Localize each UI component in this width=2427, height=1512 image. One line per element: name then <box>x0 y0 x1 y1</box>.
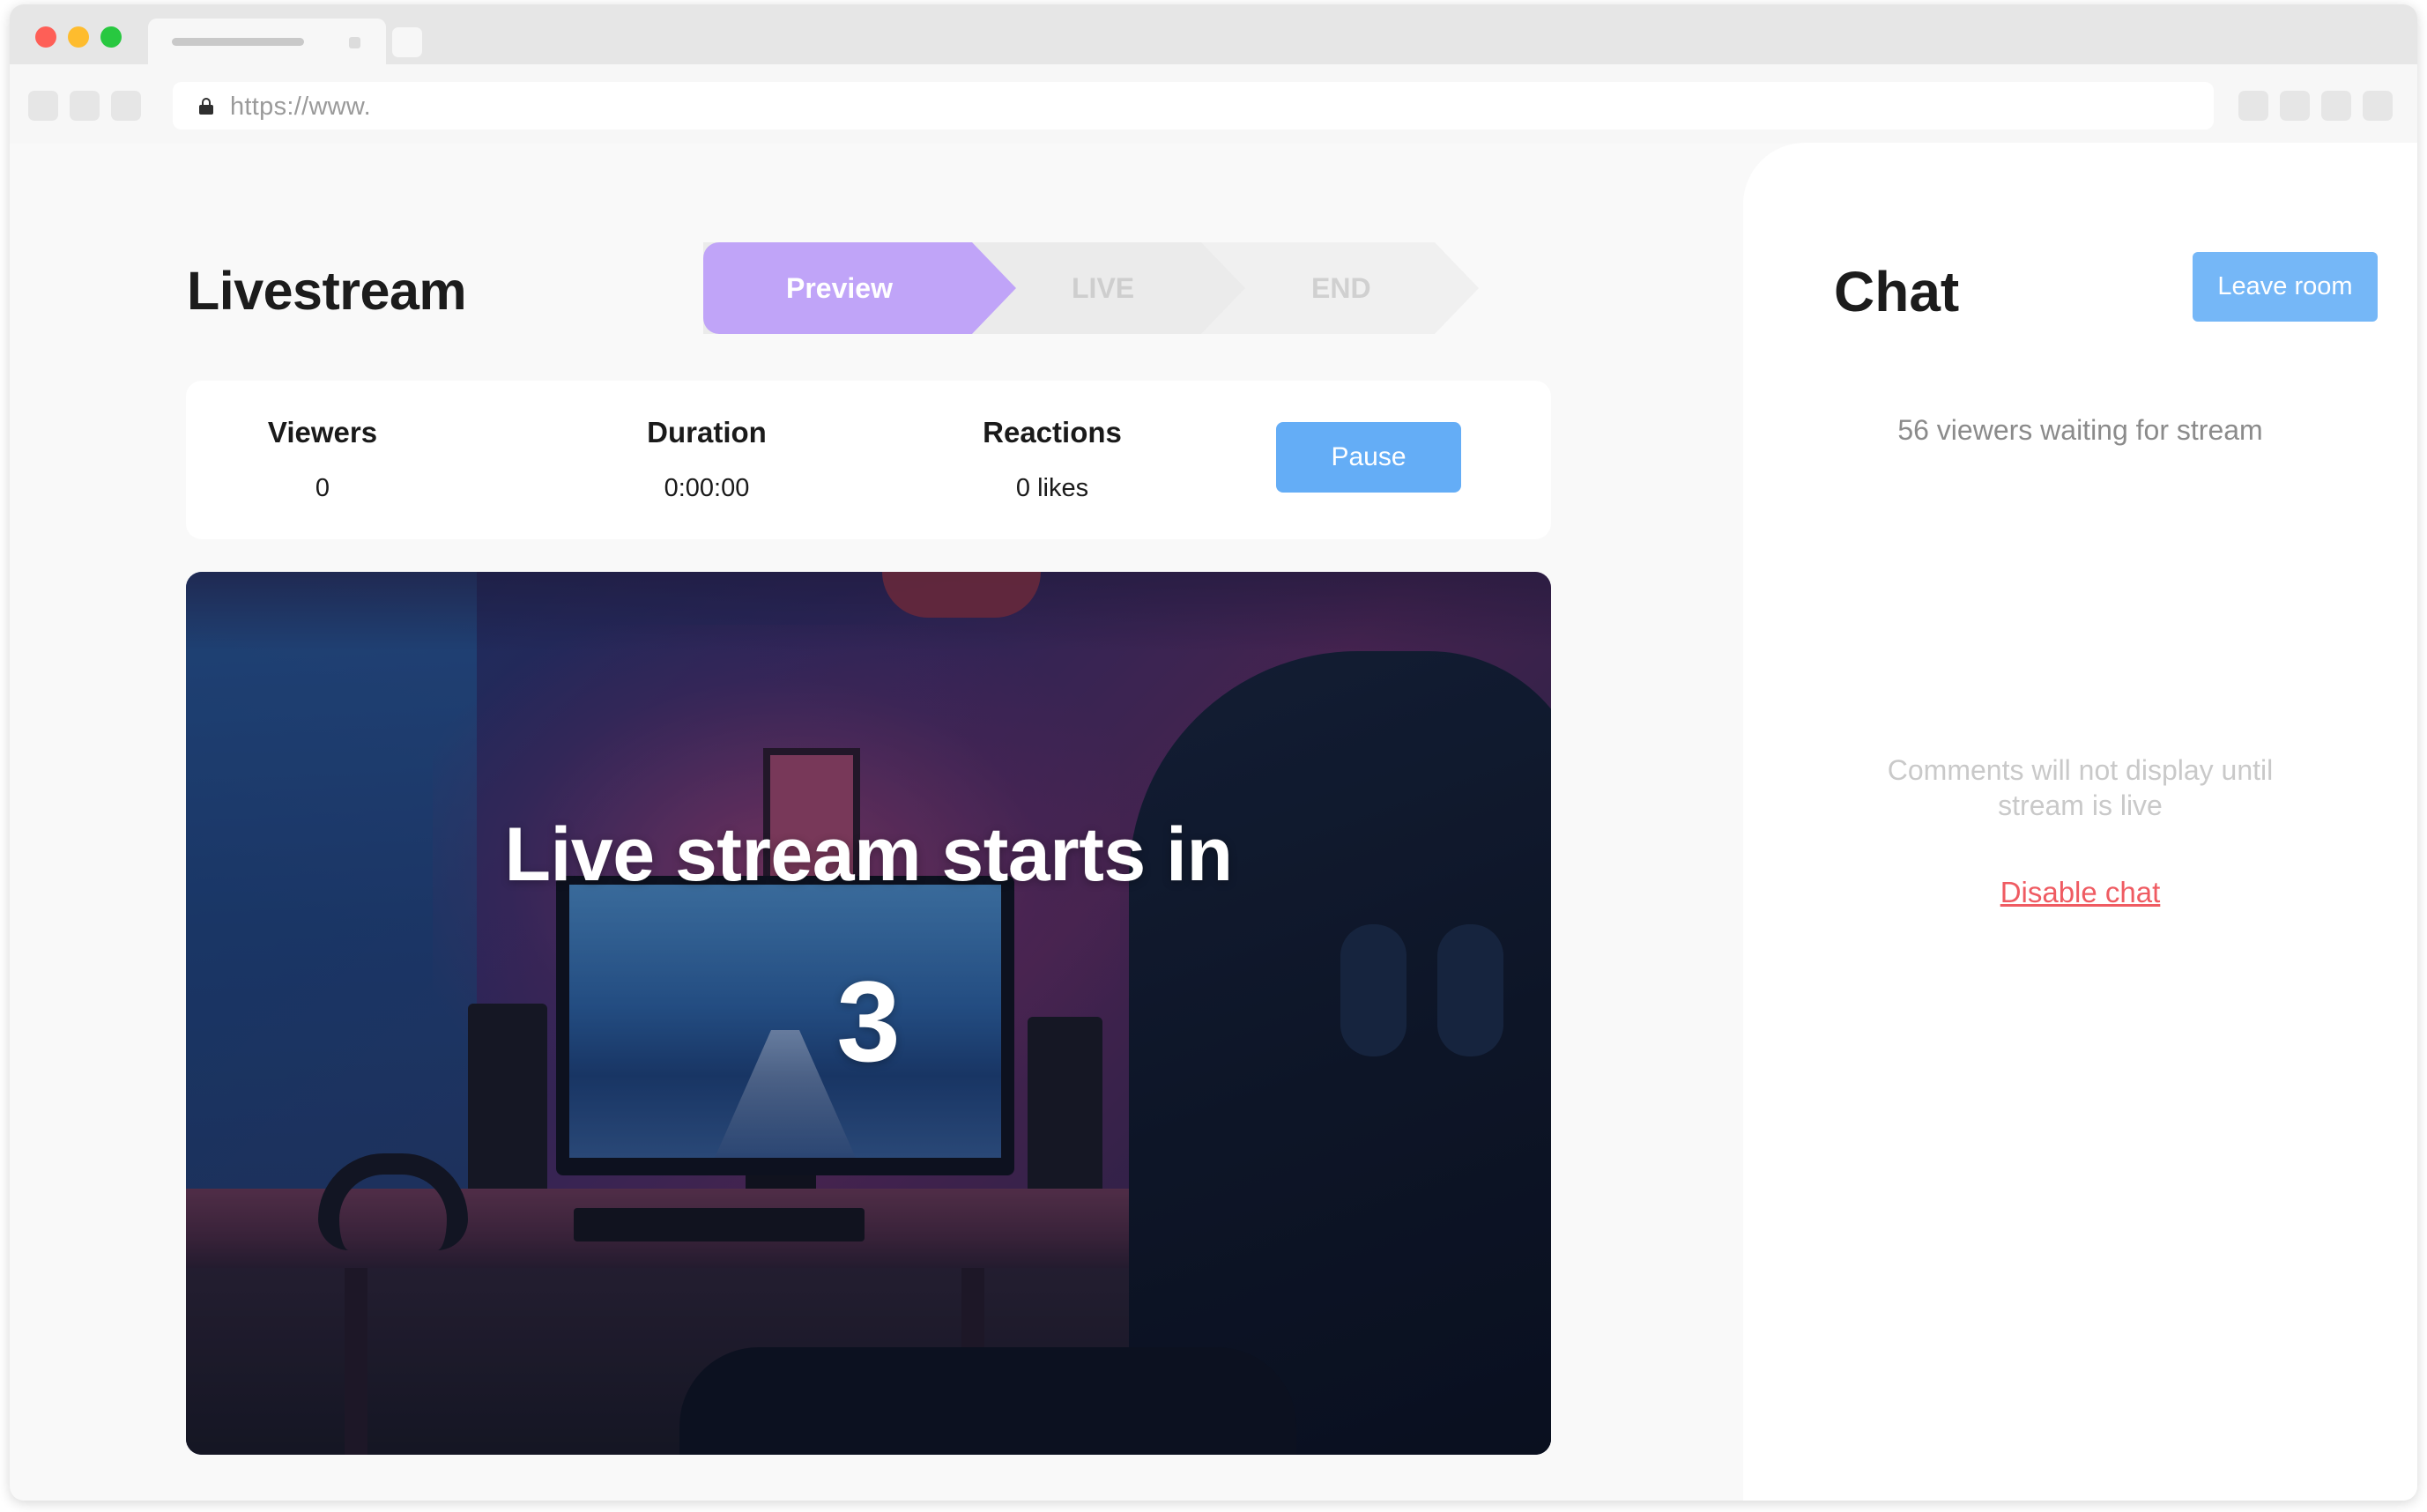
stats-card: Viewers 0 Duration 0:00:00 Reactions 0 l… <box>186 381 1551 539</box>
back-icon[interactable] <box>28 91 58 121</box>
close-window-icon[interactable] <box>35 26 56 48</box>
stat-duration-label: Duration <box>647 416 767 448</box>
chat-title: Chat <box>1834 260 1960 323</box>
chat-panel: Chat Leave room 56 viewers waiting for s… <box>1743 143 2417 1501</box>
stat-reactions-label: Reactions <box>983 416 1122 448</box>
pause-button[interactable]: Pause <box>1276 422 1461 493</box>
page-title: Livestream <box>187 261 467 321</box>
leave-room-button[interactable]: Leave room <box>2193 252 2378 322</box>
forward-icon[interactable] <box>70 91 100 121</box>
step-preview[interactable]: Preview <box>703 242 1016 334</box>
extension-icon[interactable] <box>2238 91 2268 121</box>
stat-viewers-label: Viewers <box>267 416 378 448</box>
bookmark-icon[interactable] <box>2321 91 2351 121</box>
stat-reactions: Reactions 0 likes <box>955 416 1149 503</box>
viewers-waiting-text: 56 viewers waiting for stream <box>1897 414 2263 446</box>
stream-stepper: END LIVE Preview <box>703 242 1496 336</box>
share-icon[interactable] <box>2280 91 2310 121</box>
stat-viewers: Viewers 0 <box>261 416 384 503</box>
stat-reactions-value: 0 likes <box>1015 474 1089 502</box>
lock-icon <box>199 98 213 115</box>
browser-titlebar <box>10 4 2417 64</box>
maximize-window-icon[interactable] <box>100 26 122 48</box>
url-text: https://www. <box>230 93 371 121</box>
stat-duration: Duration 0:00:00 <box>610 416 804 503</box>
address-bar[interactable]: https://www. <box>173 82 2214 130</box>
countdown-title: Live stream starts in <box>504 812 1233 897</box>
browser-window: https://www. Livestream END LIVE Preview… <box>10 4 2417 1501</box>
browser-toolbar: https://www. <box>10 64 2417 144</box>
browser-tab[interactable] <box>148 19 386 64</box>
countdown-number: 3 <box>836 957 901 1086</box>
disable-chat-link[interactable]: Disable chat <box>1743 876 2417 909</box>
tab-title-placeholder <box>172 38 304 46</box>
new-tab-icon[interactable] <box>392 27 422 57</box>
stat-viewers-value: 0 <box>315 474 330 502</box>
menu-icon[interactable] <box>2363 91 2393 121</box>
tab-close-icon[interactable] <box>349 37 360 48</box>
minimize-window-icon[interactable] <box>68 26 89 48</box>
reload-icon[interactable] <box>111 91 141 121</box>
video-preview: Live stream starts in 3 <box>186 572 1551 1455</box>
stat-duration-value: 0:00:00 <box>664 474 750 502</box>
comments-notice: Comments will not display until stream i… <box>1887 754 2274 821</box>
